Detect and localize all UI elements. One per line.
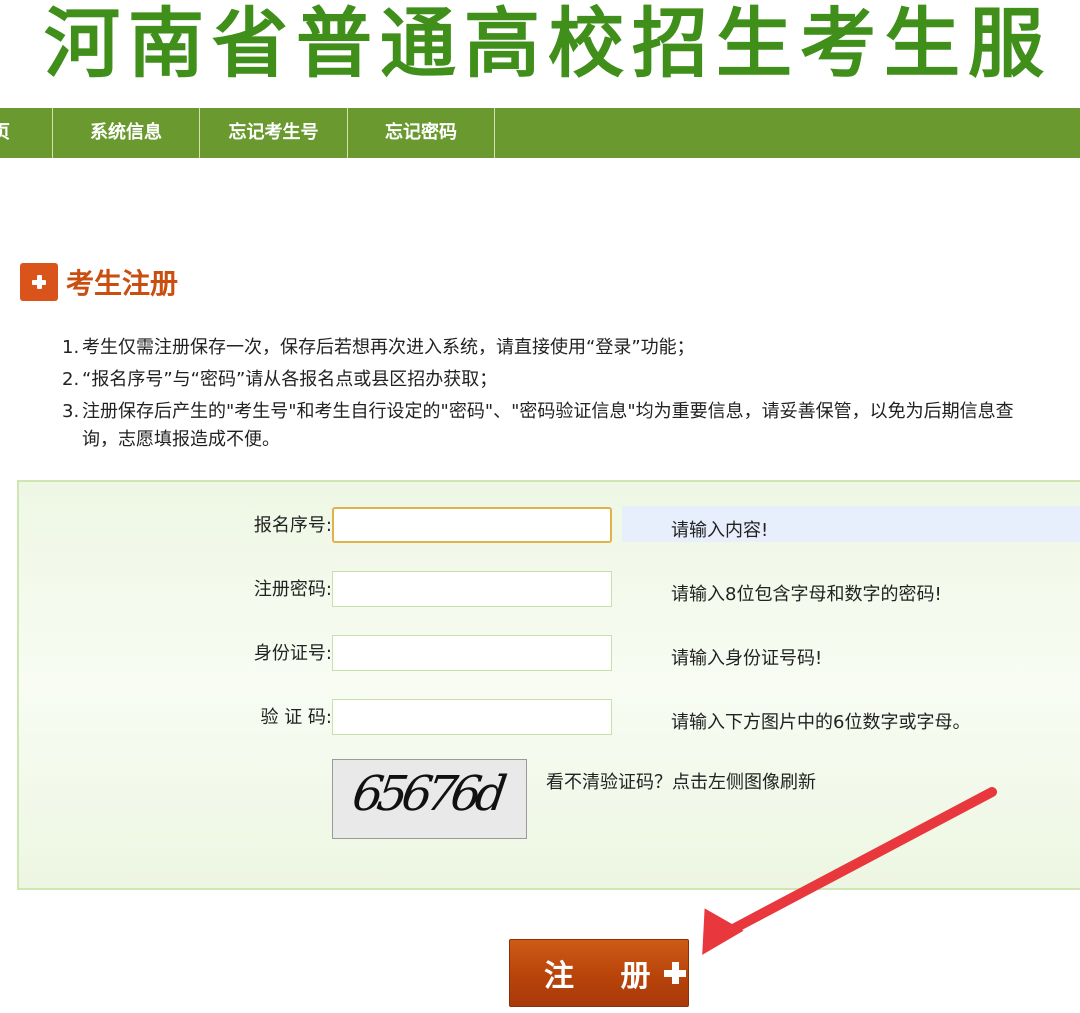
instruction-item: 3. 注册保存后产生的"考生号"和考生自行设定的"密码"、"密码验证信息"均为重… — [62, 396, 1017, 454]
instruction-item: 1. 考生仅需注册保存一次，保存后若想再次进入系统，请直接使用“登录”功能； — [62, 332, 1017, 364]
nav-item-system-info[interactable]: 系统信息 — [53, 108, 200, 158]
registration-form: 报名序号: 请输入内容! 注册密码: 请输入8位包含字母和数字的密码! 身份证号… — [17, 480, 1080, 890]
instruction-number: 2. — [62, 369, 80, 390]
instruction-number: 1. — [62, 337, 80, 358]
instruction-text: “报名序号”与“密码”请从各报名点或县区招办获取； — [82, 369, 498, 390]
plus-icon — [20, 263, 58, 301]
instructions-list: 1. 考生仅需注册保存一次，保存后若想再次进入系统，请直接使用“登录”功能； 2… — [62, 332, 1017, 454]
enrollment-number-hint: 请输入内容! — [671, 520, 769, 541]
captcha-hint: 请输入下方图片中的6位数字或字母。 — [671, 712, 971, 733]
captcha-label: 验 证 码: — [260, 707, 332, 728]
section-header: 考生注册 — [20, 262, 178, 302]
instruction-item: 2. “报名序号”与“密码”请从各报名点或县区招办获取； — [62, 364, 1017, 396]
id-number-label: 身份证号: — [253, 643, 332, 664]
nav-item-forgot-exam-number[interactable]: 忘记考生号 — [200, 108, 348, 158]
id-number-input[interactable] — [332, 635, 612, 671]
captcha-text: 65676d — [349, 766, 505, 822]
captcha-image[interactable]: 65676d — [332, 759, 527, 839]
enrollment-number-input[interactable] — [332, 507, 612, 543]
instruction-number: 3. — [62, 401, 80, 422]
nav-item-home[interactable]: 页 — [0, 108, 53, 158]
instruction-text: 考生仅需注册保存一次，保存后若想再次进入系统，请直接使用“登录”功能； — [82, 337, 695, 358]
enrollment-number-label: 报名序号: — [253, 515, 332, 536]
password-input[interactable] — [332, 571, 612, 607]
id-number-hint: 请输入身份证号码! — [671, 648, 823, 669]
section-title: 考生注册 — [66, 267, 179, 300]
site-title: 河南省普通高校招生考生服 — [44, 0, 1052, 88]
captcha-input[interactable] — [332, 699, 612, 735]
password-label: 注册密码: — [253, 579, 332, 600]
password-hint: 请输入8位包含字母和数字的密码! — [671, 584, 942, 605]
instruction-text: 注册保存后产生的"考生号"和考生自行设定的"密码"、"密码验证信息"均为重要信息… — [82, 401, 1014, 450]
register-button-label: 注 册 — [544, 959, 669, 994]
nav-item-forgot-password[interactable]: 忘记密码 — [348, 108, 495, 158]
captcha-refresh-tip: 看不清验证码？点击左侧图像刷新 — [546, 772, 816, 793]
register-button[interactable]: 注 册 — [509, 939, 689, 1007]
top-nav: 页 系统信息 忘记考生号 忘记密码 — [0, 108, 1080, 158]
plus-icon — [664, 962, 687, 984]
